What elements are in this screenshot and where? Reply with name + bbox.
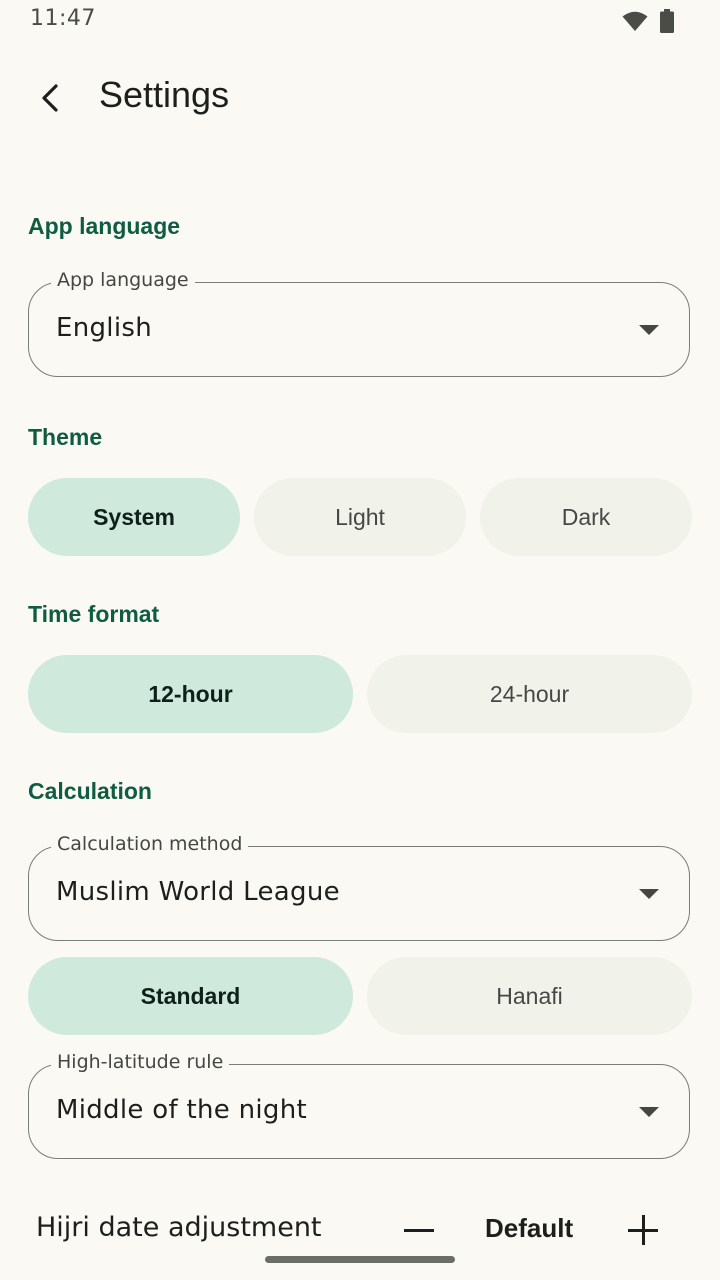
- section-header-time-format: Time format: [28, 601, 160, 627]
- status-icons: [622, 9, 674, 33]
- dropdown-arrow-icon: [639, 1107, 659, 1117]
- high-latitude-rule-label: High-latitude rule: [51, 1051, 230, 1073]
- hijri-adjustment-value: Default: [485, 1213, 574, 1243]
- hijri-adjustment-label: Hijri date adjustment: [36, 1212, 322, 1243]
- app-language-value: English: [56, 313, 152, 343]
- increment-button[interactable]: [628, 1215, 658, 1245]
- app-language-dropdown[interactable]: App language English: [28, 269, 690, 377]
- theme-option-system[interactable]: System: [28, 478, 240, 556]
- calculation-method-label: Calculation method: [51, 833, 249, 855]
- status-time: 11:47: [30, 6, 96, 31]
- decrement-button[interactable]: [404, 1229, 434, 1232]
- back-arrow-icon: [42, 84, 58, 112]
- back-button[interactable]: [26, 74, 74, 122]
- calculation-method-value: Muslim World League: [56, 877, 340, 907]
- time-format-option-12-hour[interactable]: 12-hour: [28, 655, 353, 733]
- asr-option-standard[interactable]: Standard: [28, 957, 353, 1035]
- wifi-icon: [622, 11, 648, 31]
- section-header-calculation: Calculation: [28, 778, 152, 804]
- calculation-method-dropdown[interactable]: Calculation method Muslim World League: [28, 833, 690, 941]
- theme-option-dark[interactable]: Dark: [480, 478, 692, 556]
- theme-option-light[interactable]: Light: [254, 478, 466, 556]
- section-header-app-language: App language: [28, 213, 181, 239]
- battery-icon: [660, 9, 674, 33]
- time-format-option-24-hour[interactable]: 24-hour: [367, 655, 692, 733]
- page-title: Settings: [99, 74, 230, 115]
- asr-option-hanafi[interactable]: Hanafi: [367, 957, 692, 1035]
- app-language-label: App language: [51, 269, 195, 291]
- high-latitude-rule-value: Middle of the night: [56, 1095, 307, 1125]
- section-header-theme: Theme: [28, 424, 103, 450]
- status-bar: 11:47: [0, 0, 720, 44]
- gesture-nav-handle[interactable]: [265, 1256, 455, 1263]
- high-latitude-rule-dropdown[interactable]: High-latitude rule Middle of the night: [28, 1051, 690, 1159]
- dropdown-arrow-icon: [639, 325, 659, 335]
- top-app-bar: Settings: [0, 60, 720, 140]
- dropdown-arrow-icon: [639, 889, 659, 899]
- hijri-adjustment-row: Hijri date adjustment Default: [0, 1205, 720, 1255]
